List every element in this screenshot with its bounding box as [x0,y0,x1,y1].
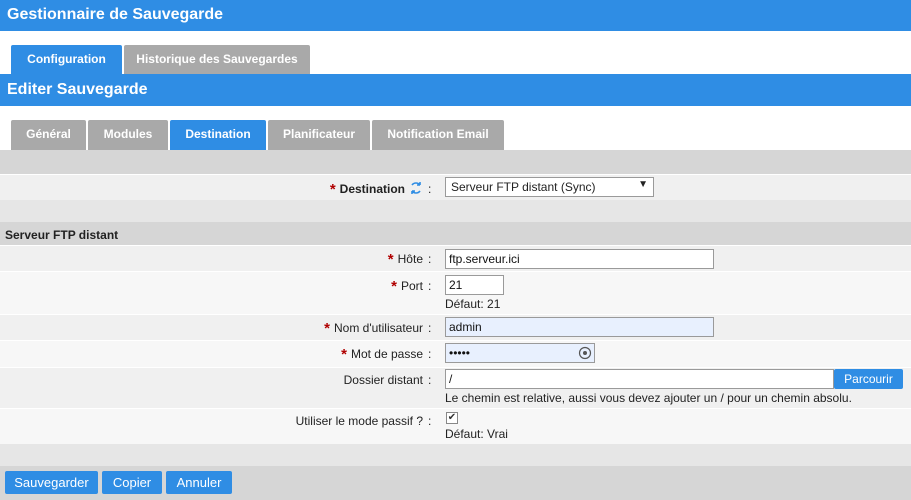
checkmark-icon: ✔ [447,412,457,423]
reveal-password-icon[interactable] [578,346,592,360]
tab-general[interactable]: Général [11,120,86,150]
browse-button[interactable]: Parcourir [834,369,903,389]
save-button[interactable]: Sauvegarder [5,471,98,494]
cancel-button[interactable]: Annuler [166,471,232,494]
tab-historique[interactable]: Historique des Sauvegardes [124,45,310,75]
bottom-spacer [0,444,911,466]
tab-configuration[interactable]: Configuration [11,45,122,75]
dropdown-arrow-icon: ▼ [638,179,648,190]
remote-dir-input[interactable] [445,369,834,389]
required-icon: * [391,278,397,295]
passive-hint: Défaut: Vrai [445,427,508,441]
port-label: Port [400,279,423,293]
required-icon: * [324,320,330,337]
destination-select[interactable]: Serveur FTP distant (Sync) ▼ [445,177,654,197]
tab-planificateur[interactable]: Planificateur [268,120,370,150]
edit-title: Editer Sauvegarde [0,75,911,106]
username-input[interactable] [445,317,714,337]
passive-checkbox[interactable]: ✔ [446,412,458,424]
password-label: Mot de passe [350,347,423,361]
port-input[interactable] [445,275,504,295]
remote-dir-label: Dossier distant [343,373,423,387]
spacer-band [0,200,911,222]
sync-icon[interactable] [409,181,423,195]
required-icon: * [329,181,336,198]
username-label: Nom d'utilisateur [334,321,423,335]
host-input[interactable] [445,249,714,269]
sub-tabs: Général Modules Destination Planificateu… [0,120,911,150]
password-input[interactable] [445,343,595,363]
passive-label: Utiliser le mode passif ? [295,414,423,428]
required-icon: * [387,251,394,268]
remote-dir-hint: Le chemin est relative, aussi vous devez… [445,391,852,405]
tab-notification-email[interactable]: Notification Email [372,120,504,150]
top-band [0,150,911,174]
destination-label: * Destination [330,181,423,198]
port-hint: Défaut: 21 [445,297,501,311]
required-icon: * [341,346,347,363]
section-title: Serveur FTP distant [0,222,911,245]
copy-button[interactable]: Copier [102,471,162,494]
tab-destination[interactable]: Destination [170,120,266,150]
tab-modules[interactable]: Modules [88,120,168,150]
app-title: Gestionnaire de Sauvegarde [0,0,911,31]
host-label: Hôte [397,252,423,266]
main-tabs: Configuration Historique des Sauvegardes [0,45,911,75]
